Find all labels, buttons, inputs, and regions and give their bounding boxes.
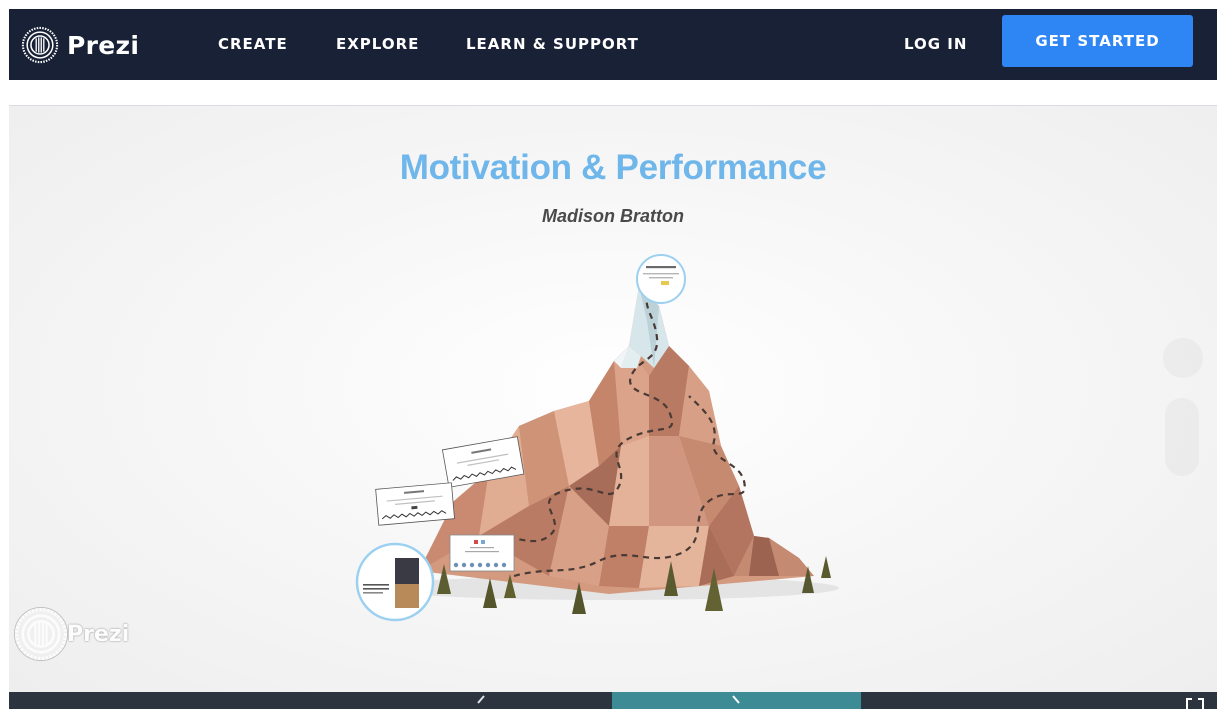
fullscreen-icon[interactable] <box>1185 695 1205 709</box>
chevron-left-icon[interactable] <box>473 694 487 709</box>
prezi-watermark-text: Prezi <box>67 621 130 647</box>
top-navigation-bar: Prezi CREATE EXPLORE LEARN & SUPPORT LOG… <box>9 9 1217 80</box>
base-topic-frame <box>355 542 435 622</box>
mountain-illustration <box>355 254 839 622</box>
nav-create[interactable]: CREATE <box>218 9 288 80</box>
prezi-watermark: Prezi <box>13 606 129 662</box>
presentation-title: Motivation & Performance <box>399 148 827 187</box>
zoom-in-button[interactable] <box>1163 338 1203 378</box>
prezi-logo-link[interactable]: Prezi <box>21 23 139 67</box>
summit-topic-frame <box>636 254 686 304</box>
player-controls-bar <box>9 692 1217 709</box>
prezi-logo-icon <box>21 26 59 64</box>
presentation-canvas[interactable]: Motivation & Performance Madison Bratton… <box>9 106 1217 692</box>
slide-card-middle <box>375 482 455 526</box>
zoom-slider[interactable] <box>1165 398 1199 476</box>
presentation-author: Madison Bratton <box>542 206 684 226</box>
slide-card-lower <box>449 534 515 572</box>
brand-name: Prezi <box>67 30 140 60</box>
nav-explore[interactable]: EXPLORE <box>336 9 419 80</box>
nav-learn-support[interactable]: LEARN & SUPPORT <box>466 9 639 80</box>
get-started-button[interactable]: GET STARTED <box>1002 15 1193 67</box>
next-step-button[interactable] <box>612 692 861 709</box>
login-link[interactable]: LOG IN <box>904 9 967 80</box>
prezi-watermark-icon <box>13 606 69 662</box>
chevron-right-icon <box>732 695 740 704</box>
